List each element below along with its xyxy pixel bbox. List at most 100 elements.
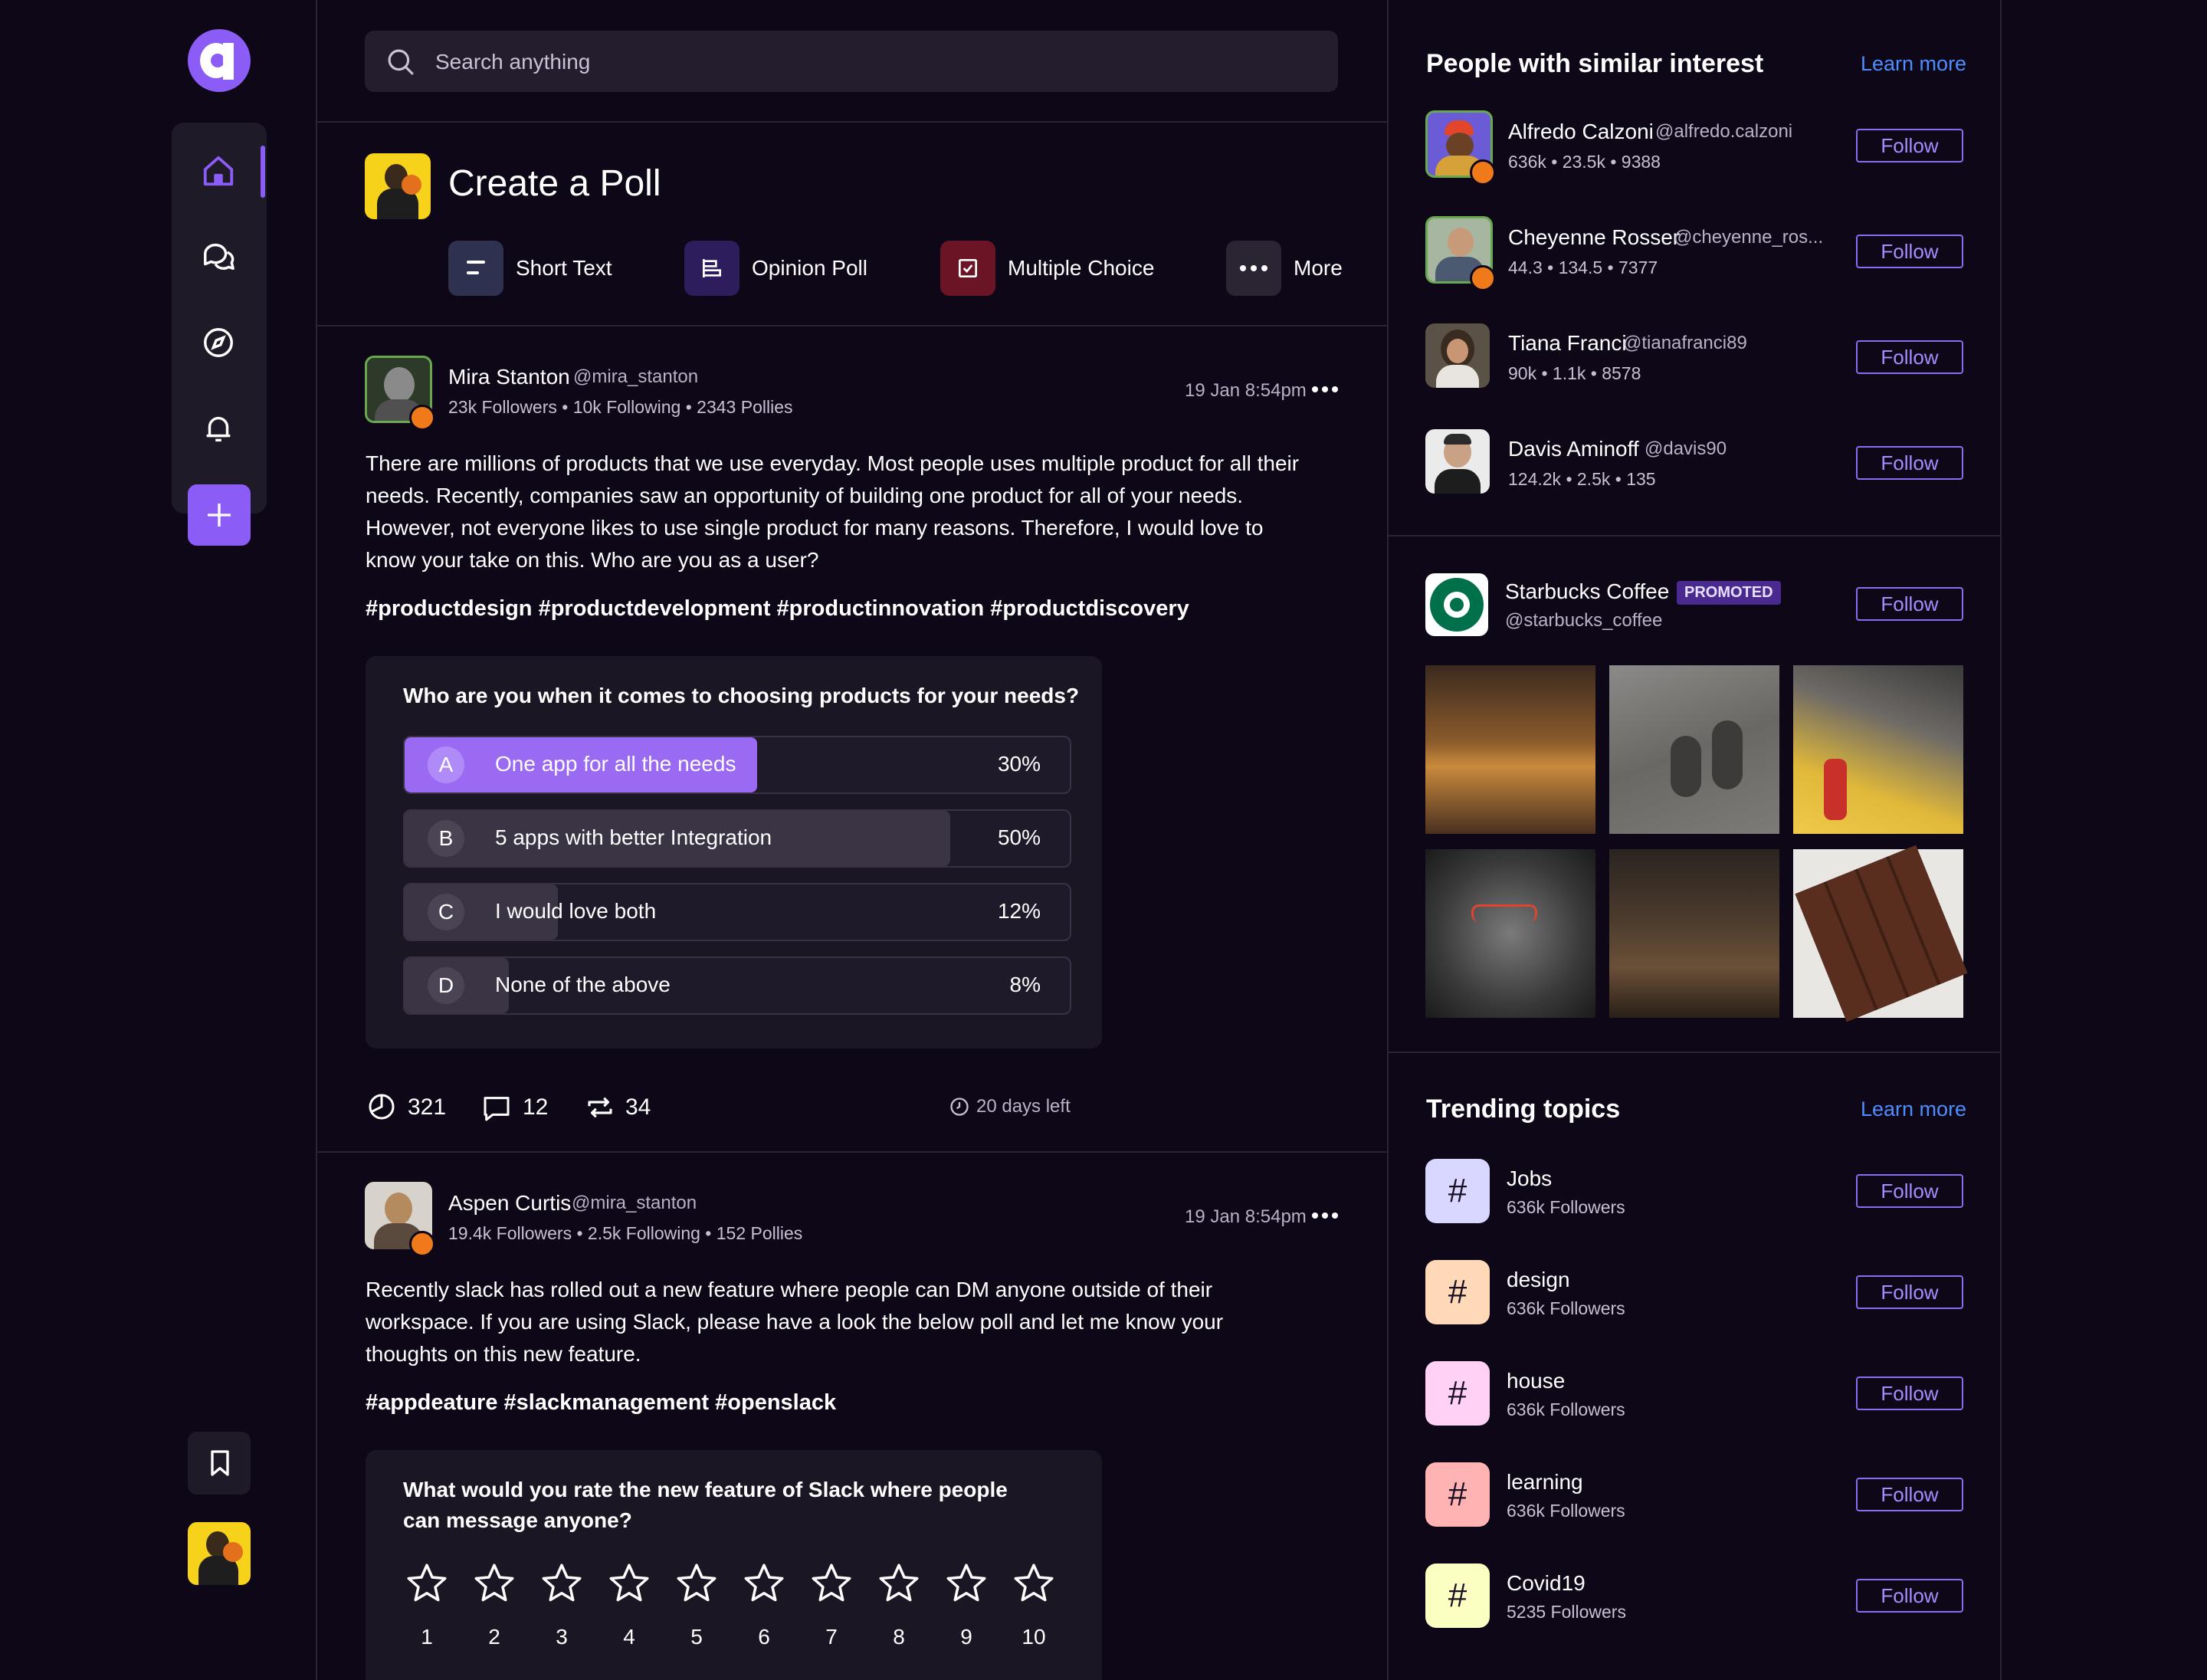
star-icon[interactable] [876, 1560, 922, 1606]
starbucks-logo[interactable] [1425, 573, 1488, 636]
poll-option-percent: 50% [997, 825, 1041, 849]
post-time: 19 Jan 8:54pm [1185, 1206, 1307, 1227]
verified-badge [1470, 159, 1496, 185]
statue-photo[interactable] [1425, 849, 1595, 1018]
bookmark-button[interactable] [188, 1432, 251, 1495]
person-stats: 636k • 23.5k • 9388 [1508, 152, 1661, 172]
star-icon[interactable] [606, 1560, 652, 1606]
post-options-icon[interactable] [1312, 1206, 1338, 1225]
post-author-name[interactable]: Aspen Curtis [448, 1191, 571, 1216]
star-icon[interactable] [741, 1560, 787, 1606]
verified-badge [409, 1231, 435, 1257]
follow-button[interactable]: Follow [1856, 446, 1963, 480]
poll-option-text: None of the above [495, 973, 671, 996]
star-icon[interactable] [539, 1560, 585, 1606]
follow-button[interactable]: Follow [1856, 1579, 1963, 1613]
person-name[interactable]: Cheyenne Rosser [1508, 225, 1680, 250]
topic-name[interactable]: design [1507, 1268, 1570, 1292]
poll-type-label: More [1294, 256, 1343, 280]
post-hashtags[interactable]: #productdesign #productdevelopment #prod… [366, 596, 1189, 622]
rating-number: 9 [960, 1625, 972, 1649]
search-bar[interactable] [365, 31, 1338, 92]
search-input[interactable] [434, 41, 1318, 83]
post-hashtags[interactable]: #appdeature #slackmanagement #openslack [366, 1390, 836, 1416]
divider [316, 0, 317, 1680]
promoted-badge: PROMOTED [1677, 581, 1781, 605]
divider [1387, 0, 1389, 1680]
star-icon[interactable] [404, 1560, 450, 1606]
checkbox-icon [940, 241, 995, 296]
person-handle: @cheyenne_ros... [1674, 227, 1824, 248]
trending-title: Trending topics [1426, 1094, 1621, 1124]
promoted-handle: @starbucks_coffee [1505, 610, 1663, 631]
topic-name[interactable]: learning [1507, 1470, 1583, 1495]
restaurant-photo[interactable] [1425, 665, 1595, 834]
follow-button[interactable]: Follow [1856, 1174, 1963, 1208]
poll-option[interactable]: B 5 apps with better Integration 50% [403, 809, 1071, 868]
chat-icon[interactable] [201, 239, 236, 274]
user-avatar[interactable] [188, 1522, 251, 1585]
people-title: People with similar interest [1426, 49, 1764, 78]
post-author-handle: @mira_stanton [573, 366, 699, 387]
follow-button[interactable]: Follow [1856, 340, 1963, 374]
composer-avatar [365, 153, 431, 219]
post-author-name[interactable]: Mira Stanton [448, 365, 570, 389]
post-options-icon[interactable] [1312, 380, 1338, 399]
create-button[interactable] [188, 484, 251, 546]
rating-number: 7 [825, 1625, 838, 1649]
follow-button[interactable]: Follow [1856, 1275, 1963, 1309]
topic-name[interactable]: Jobs [1507, 1166, 1552, 1191]
compass-icon[interactable] [201, 325, 236, 360]
follow-button[interactable]: Follow [1856, 235, 1963, 268]
poll-option-letter: D [428, 967, 464, 1004]
bottles-photo[interactable] [1609, 849, 1779, 1018]
app-logo[interactable] [188, 29, 251, 92]
hashtag-icon: # [1425, 1462, 1490, 1527]
promoted-name[interactable]: Starbucks Coffee [1505, 579, 1669, 604]
food-photo[interactable] [1793, 665, 1963, 834]
post-time: 19 Jan 8:54pm [1185, 380, 1307, 401]
divider [2000, 0, 2002, 1680]
comments-count: 12 [523, 1094, 549, 1120]
votes-icon[interactable] [366, 1091, 397, 1122]
hashtag-icon: # [1425, 1159, 1490, 1223]
home-icon[interactable] [201, 153, 236, 189]
short-text-icon [448, 241, 503, 296]
bookmark-icon [211, 1450, 229, 1476]
rating-number: 10 [1022, 1625, 1046, 1649]
poll-question: What would you rate the new feature of S… [403, 1478, 1008, 1532]
divider [316, 325, 1387, 326]
person-avatar[interactable] [1425, 323, 1490, 388]
bell-icon[interactable] [201, 411, 236, 446]
trending-learn-more-link[interactable]: Learn more [1861, 1098, 1966, 1121]
topic-name[interactable]: Covid19 [1507, 1571, 1586, 1596]
person-name[interactable]: Tiana Franci [1508, 331, 1627, 356]
repost-icon[interactable] [584, 1091, 616, 1124]
chocolate-photo[interactable] [1793, 845, 1968, 1022]
person-name[interactable]: Alfredo Calzoni [1508, 120, 1654, 144]
comment-icon[interactable] [481, 1093, 512, 1124]
person-stats: 124.2k • 2.5k • 135 [1508, 469, 1656, 489]
person-avatar[interactable] [1425, 429, 1490, 494]
follow-button[interactable]: Follow [1856, 129, 1963, 162]
poll-option-percent: 30% [997, 752, 1041, 776]
star-icon[interactable] [1011, 1560, 1057, 1606]
follow-button[interactable]: Follow [1856, 587, 1963, 621]
star-icon[interactable] [674, 1560, 720, 1606]
poll-option[interactable]: A One app for all the needs 30% [403, 736, 1071, 794]
post-author-stats: 19.4k Followers • 2.5k Following • 152 P… [448, 1223, 803, 1243]
post-body: There are millions of products that we u… [366, 451, 1300, 572]
topic-name[interactable]: house [1507, 1369, 1565, 1393]
people-learn-more-link[interactable]: Learn more [1861, 52, 1966, 76]
post-author-handle: @mira_stanton [572, 1193, 697, 1213]
poll-type-label: Short Text [516, 256, 612, 280]
star-icon[interactable] [471, 1560, 517, 1606]
poll-type-label: Multiple Choice [1008, 256, 1155, 280]
star-icon[interactable] [808, 1560, 854, 1606]
poll-option[interactable]: D None of the above 8% [403, 956, 1071, 1015]
person-name[interactable]: Davis Aminoff [1508, 437, 1639, 461]
star-icon[interactable] [943, 1560, 989, 1606]
poll-option[interactable]: C I would love both 12% [403, 883, 1071, 941]
follow-button[interactable]: Follow [1856, 1376, 1963, 1410]
follow-button[interactable]: Follow [1856, 1478, 1963, 1511]
